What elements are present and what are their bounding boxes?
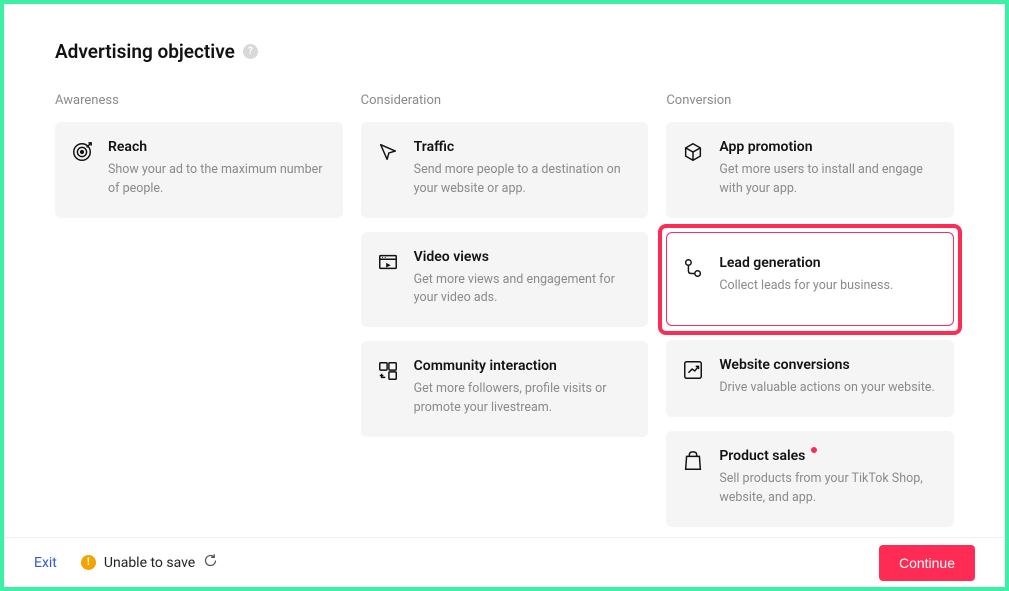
target-icon bbox=[70, 141, 94, 165]
card-desc: Drive valuable actions on your website. bbox=[719, 379, 935, 398]
new-badge-dot bbox=[811, 447, 817, 453]
objective-card-community[interactable]: Community interaction Get more followers… bbox=[361, 341, 649, 437]
shopping-bag-icon bbox=[681, 450, 705, 474]
card-desc: Sell products from your TikTok Shop, web… bbox=[719, 470, 935, 508]
card-desc: Get more users to install and engage wit… bbox=[719, 161, 935, 199]
footer-bar: Exit ! Unable to save Continue bbox=[4, 537, 1005, 587]
objective-card-traffic[interactable]: Traffic Send more people to a destinatio… bbox=[361, 122, 649, 218]
cursor-icon bbox=[376, 141, 400, 165]
column-label-consideration: Consideration bbox=[361, 93, 649, 108]
chart-up-icon bbox=[681, 359, 705, 383]
objective-card-website-conversions[interactable]: Website conversions Drive valuable actio… bbox=[666, 340, 954, 417]
card-title: Website conversions bbox=[719, 357, 935, 373]
objective-card-lead-generation[interactable]: Lead generation Collect leads for your b… bbox=[666, 232, 954, 327]
help-icon[interactable]: ? bbox=[243, 44, 258, 59]
column-label-awareness: Awareness bbox=[55, 93, 343, 108]
page-title: Advertising objective bbox=[55, 40, 235, 63]
exit-link[interactable]: Exit bbox=[34, 555, 57, 571]
card-title: App promotion bbox=[719, 139, 935, 155]
page-heading: Advertising objective ? bbox=[55, 40, 954, 63]
card-desc: Show your ad to the maximum number of pe… bbox=[108, 161, 324, 199]
card-title: Product sales bbox=[719, 448, 935, 464]
save-status-text: Unable to save bbox=[104, 555, 195, 571]
box-icon bbox=[681, 141, 705, 165]
continue-button[interactable]: Continue bbox=[879, 545, 975, 581]
objective-card-video-views[interactable]: Video views Get more views and engagemen… bbox=[361, 232, 649, 328]
objective-card-app-promotion[interactable]: App promotion Get more users to install … bbox=[666, 122, 954, 218]
card-desc: Send more people to a destination on you… bbox=[414, 161, 630, 199]
card-desc: Get more views and engagement for your v… bbox=[414, 271, 630, 309]
community-icon bbox=[376, 360, 400, 384]
card-title: Traffic bbox=[414, 139, 630, 155]
card-desc: Collect leads for your business. bbox=[719, 277, 935, 296]
card-title: Reach bbox=[108, 139, 324, 155]
column-label-conversion: Conversion bbox=[666, 93, 954, 108]
save-status: ! Unable to save bbox=[81, 553, 218, 572]
lead-gen-icon bbox=[681, 257, 705, 281]
video-icon bbox=[376, 251, 400, 275]
card-title: Community interaction bbox=[414, 358, 630, 374]
card-title: Video views bbox=[414, 249, 630, 265]
card-desc: Get more followers, profile visits or pr… bbox=[414, 380, 630, 418]
card-title: Lead generation bbox=[719, 255, 935, 271]
refresh-icon[interactable] bbox=[203, 553, 218, 572]
objective-card-reach[interactable]: Reach Show your ad to the maximum number… bbox=[55, 122, 343, 218]
warning-icon: ! bbox=[81, 555, 96, 570]
objective-card-product-sales[interactable]: Product sales Sell products from your Ti… bbox=[666, 431, 954, 527]
